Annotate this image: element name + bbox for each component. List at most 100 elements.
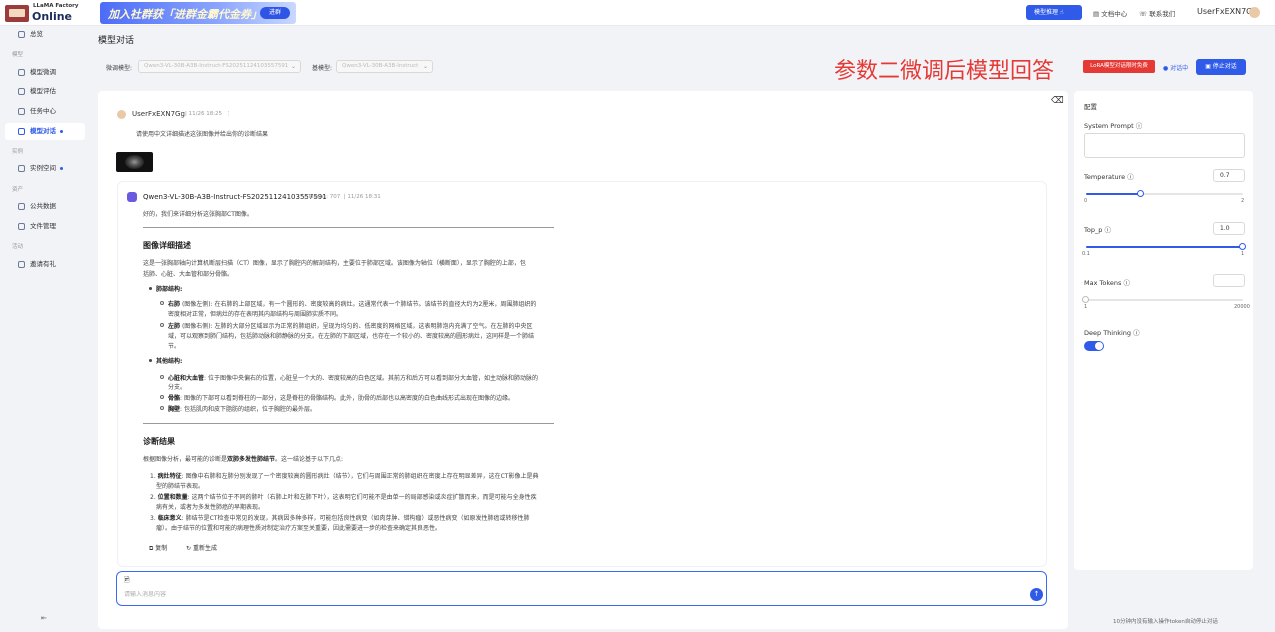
diag-item-text: : 图像中右肺和左肺分别发现了一个密度较高的圆形病灶（结节），它们与周围正常的肺… [181, 473, 539, 480]
contact-label: 联系我们 [1149, 10, 1176, 18]
token-count: Tokens: 707 [307, 194, 341, 200]
sidebar-item-label: 文件管理 [30, 222, 56, 230]
user-avatar[interactable] [1249, 7, 1260, 18]
sidebar-item-invite[interactable]: 邀请有礼 [5, 256, 85, 273]
sidebar-item-evaluate[interactable]: 模型评估 [5, 83, 85, 100]
diag-item-label: 位置和数量 [157, 494, 188, 501]
diagnosis-pre: 根据图像分析，最可能的诊断是 [143, 456, 228, 463]
sidebar-item-label: 邀请有礼 [30, 260, 56, 268]
description-line: 括肺、心脏、大血管和部分骨骼。 [143, 271, 234, 278]
tune-icon [18, 69, 25, 76]
sidebar-item-instance[interactable]: 实例空间 [5, 160, 85, 177]
annotation-overlay: 参数二微调后模型回答 [834, 59, 1055, 84]
ct-scan-thumbnail[interactable] [116, 152, 153, 172]
copy-icon: ⧉ [149, 545, 154, 552]
max-tokens-slider-handle[interactable] [1082, 296, 1089, 303]
finetuned-model-value: Qwen3-VL-30B-A3B-Instruct-FS202511241035… [144, 63, 289, 69]
attach-image-icon[interactable]: 🖻 [124, 576, 130, 587]
lung-left-text: 节。 [168, 343, 181, 350]
chat-icon [18, 128, 25, 135]
temperature-slider-handle[interactable] [1136, 190, 1144, 197]
assistant-message-name: Qwen3-VL-30B-A3B-Instruct-FS202511241035… [143, 193, 327, 201]
collapse-icon[interactable]: ⇤ [41, 614, 47, 622]
info-icon[interactable]: ⓘ [1127, 173, 1134, 181]
lung-right-line: 右肺 (图像左侧): 在右肺的上部区域，有一个圆形的、密度较高的病灶。这通常代表… [168, 299, 536, 308]
top-p-slider[interactable] [1086, 243, 1246, 250]
info-icon[interactable]: ⓘ [1104, 226, 1111, 234]
system-prompt-input[interactable] [1084, 133, 1245, 158]
logo-big-text: Online [32, 10, 73, 23]
logo-small-text: LLaMA Factory [33, 3, 79, 9]
lung-right-label: 右肺 [168, 301, 181, 308]
task-icon [18, 108, 25, 115]
top-p-max: 1 [1241, 251, 1245, 257]
community-banner[interactable]: 加入社群获「进群金霸代金券」 进群 [100, 2, 296, 24]
sidebar-item-overview[interactable]: 总览 [5, 26, 85, 43]
sidebar-item-tasks[interactable]: 任务中心 [5, 103, 85, 120]
user-message-name: UserFxEXN7Gg [132, 110, 185, 118]
max-tokens-label: Max Tokens ⓘ [1084, 277, 1130, 287]
bullet-icon [160, 375, 164, 379]
copy-button[interactable]: ⧉ 复制 [149, 543, 167, 553]
base-model-value: Qwen3-VL-30B-A3B-Instruct [342, 63, 419, 69]
sidebar-item-label: 实例空间 [30, 164, 56, 172]
bullet-icon [160, 301, 164, 305]
info-icon[interactable]: ⓘ [1133, 329, 1140, 337]
lung-left-text: 域，可以观察到肺门结构，包括肺动脉和肺静脉的分支。在左肺的下部区域，也存在一个较… [168, 333, 535, 340]
top-p-slider-handle[interactable] [1239, 243, 1246, 250]
regenerate-button[interactable]: ↻ 重新生成 [186, 543, 217, 552]
diag-item-text: 瘤）。由于结节的位置和可能的病理性质对制定治疗方案至关重要，因此需要进一步的检查… [156, 525, 442, 532]
user-message-text: 请使用中文详细描述这张图像并给出你的诊断结果 [136, 131, 269, 138]
message-input-box[interactable]: 🖻 ↑ [116, 571, 1047, 606]
temperature-slider-fill [1086, 193, 1141, 195]
system-prompt-text: System Prompt [1084, 122, 1134, 130]
top-p-text: Top_p [1084, 226, 1103, 234]
max-tokens-slider[interactable] [1082, 296, 1243, 303]
stop-chat-button[interactable]: ▣ 停止对话 [1196, 59, 1246, 75]
diagnosis-post: 。这一结论基于以下几点: [275, 456, 344, 463]
inference-button[interactable]: 模型推理 ☝ [1026, 5, 1082, 20]
sidebar-item-public-data[interactable]: 公共数据 [5, 198, 85, 215]
max-tokens-input[interactable] [1213, 274, 1245, 287]
logo-icon [5, 5, 29, 22]
answer-intro: 好的，我们来详细分析这张胸部CT图像。 [143, 211, 253, 218]
diag-item-text: : 这两个结节位于不同的肺叶（右肺上叶和左肺下叶），这表明它们可能不是由单一的局… [187, 494, 537, 501]
chest-wall-line: 胸壁: 包括肌肉和皮下脂肪的组织，位于胸腔的最外层。 [168, 404, 316, 413]
llama-factory-logo[interactable]: LLaMA Factory Online [5, 2, 78, 24]
lora-free-tag: LoRA模型对话限时免费 [1083, 60, 1155, 73]
sidebar-item-label: 总览 [30, 30, 43, 38]
sidebar-item-finetune[interactable]: 模型微调 [5, 64, 85, 81]
finetuned-model-select[interactable]: Qwen3-VL-30B-A3B-Instruct-FS202511241035… [138, 60, 301, 73]
message-input[interactable] [124, 591, 1004, 598]
temperature-input[interactable]: 0.7 [1213, 169, 1245, 182]
diag-item-1: 1. 病灶特征: 图像中右肺和左肺分别发现了一个密度较高的圆形病灶（结节），它们… [150, 473, 539, 480]
temperature-max: 2 [1241, 198, 1245, 204]
bone-line: 骨骼: 图像的下部可以看到脊柱的一部分，这是脊柱的骨骼结构。此外，肋骨的后部也以… [168, 393, 514, 402]
base-model-label: 基模型: [312, 65, 333, 72]
diag-item-text: : 肺结节是CT检查中常见的发现，其病因多种多样，可能包括良性病变（如肉芽肿、错… [181, 515, 530, 522]
top-p-input[interactable]: 1.0 [1213, 222, 1245, 235]
sidebar-item-files[interactable]: 文件管理 [5, 218, 85, 235]
deep-thinking-toggle[interactable] [1084, 341, 1104, 351]
clear-chat-icon[interactable]: ⌫ [1051, 96, 1064, 106]
bullet-icon [160, 395, 164, 399]
status-dot [60, 166, 63, 170]
model-avatar-icon [127, 192, 137, 202]
temperature-slider[interactable] [1086, 190, 1243, 197]
info-icon[interactable]: ⓘ [1136, 122, 1143, 130]
banner-join-button[interactable]: 进群 [260, 7, 290, 19]
refresh-icon: ↻ [186, 545, 192, 552]
other-structure-title: 其他结构: [156, 358, 183, 365]
sidebar-item-label: 模型对话 [30, 127, 56, 135]
stop-chat-label: 停止对话 [1212, 63, 1237, 70]
description-line: 这是一张胸部轴向计算机断层扫描（CT）图像，显示了胸腔内的解剖结构，主要位于肺部… [143, 260, 526, 267]
contact-link[interactable]: ☏ 联系我们 [1139, 8, 1175, 18]
docs-link[interactable]: ▤ 文档中心 [1093, 8, 1127, 18]
doc-icon: ▤ [1093, 10, 1100, 18]
user-message-time: | 11/26 18:25 ⋮ [185, 111, 232, 117]
sidebar-item-chat[interactable]: 模型对话 [5, 123, 85, 140]
bullet-icon [160, 323, 164, 327]
info-icon[interactable]: ⓘ [1123, 279, 1130, 287]
send-button[interactable]: ↑ [1030, 588, 1043, 601]
base-model-select[interactable]: Qwen3-VL-30B-A3B-Instruct ⌄ [336, 60, 433, 73]
